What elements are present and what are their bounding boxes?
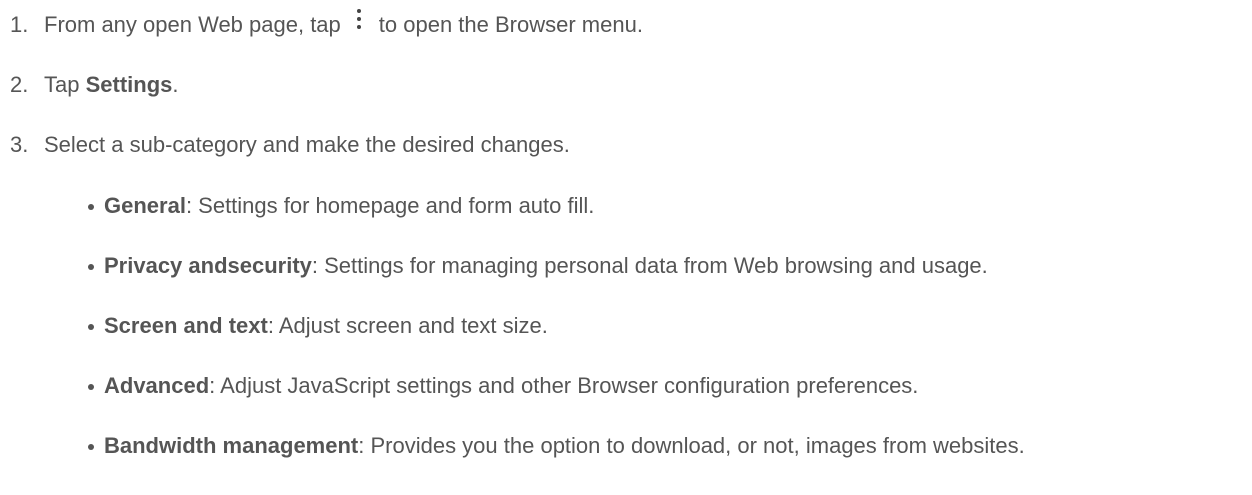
list-item-text: Bandwidth management: Provides you the o… — [104, 430, 1184, 461]
list-item-term: General — [104, 193, 186, 218]
instructions-document: 1. From any open Web page, tap to open th… — [0, 0, 1252, 495]
list-item-term: Bandwidth management — [104, 433, 359, 458]
step-number: 2. — [10, 72, 29, 97]
bullet-dot — [88, 324, 94, 330]
bullet-dot — [88, 444, 94, 450]
step-text-after-bold: . — [172, 72, 179, 97]
bullet-dot — [88, 384, 94, 390]
step-text: From any open Web page, tap to open the B… — [44, 9, 643, 40]
list-item-text: General: Settings for homepage and form … — [104, 190, 1184, 221]
bullet-dot — [88, 264, 94, 270]
step-number: 3. — [10, 132, 29, 157]
step-number: 1. — [10, 12, 29, 37]
list-item-desc: : Adjust JavaScript settings and other B… — [209, 373, 919, 398]
list-item-desc: : Provides you the option to download, o… — [358, 433, 1025, 458]
list-item-text: Screen and text: Adjust screen and text … — [104, 310, 1184, 341]
list-item-text: Privacy andsecurity: Settings for managi… — [104, 250, 1184, 281]
step-text: Select a sub-category and make the desir… — [44, 132, 570, 157]
step-text-before-bold: Tap — [44, 72, 86, 97]
step-text-before-icon: From any open Web page, tap — [44, 12, 341, 37]
settings-term: Settings — [85, 72, 173, 97]
step-text: Tap Settings. — [44, 70, 179, 100]
list-item-desc: : Settings for managing personal data fr… — [311, 253, 988, 278]
list-item-text: Advanced: Adjust JavaScript settings and… — [104, 370, 1184, 401]
list-item-desc: : Adjust screen and text size. — [267, 313, 548, 338]
bullet-dot — [88, 204, 94, 210]
list-item-term: Privacy andsecurity — [104, 253, 312, 278]
more-vertical-icon — [353, 9, 365, 33]
list-item-term: Screen and text — [104, 313, 268, 338]
list-item-term: Advanced — [104, 373, 210, 398]
step-text-after-icon: to open the Browser menu. — [378, 12, 643, 37]
list-item-desc: : Settings for homepage and form auto fi… — [185, 193, 595, 218]
